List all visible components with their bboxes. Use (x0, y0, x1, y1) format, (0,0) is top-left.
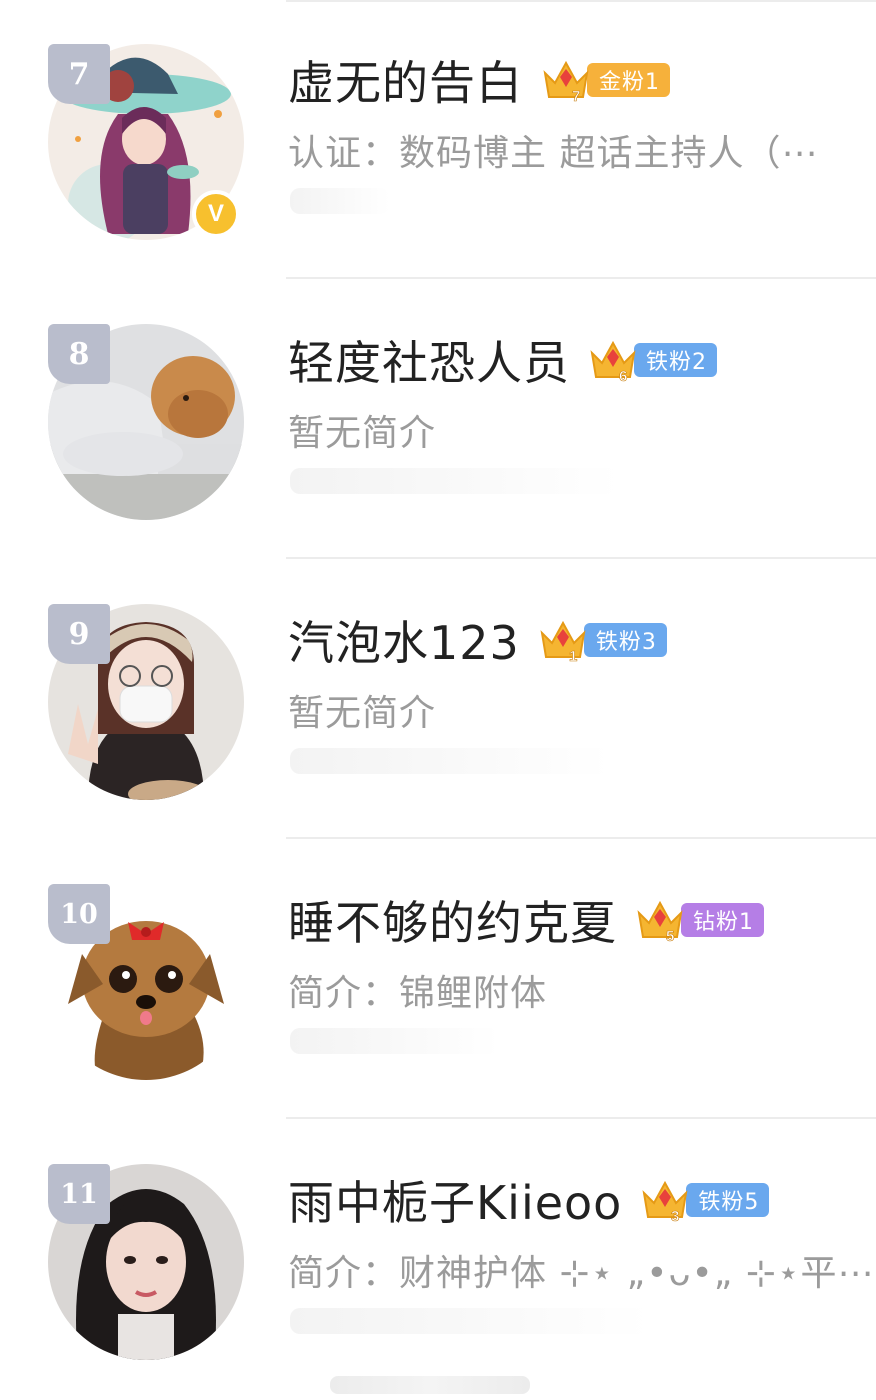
crown-icon: 1 (538, 617, 588, 663)
row-divider (286, 557, 876, 559)
fan-level-badge: 5 钻粉1 (635, 897, 764, 943)
scroll-indicator (330, 1376, 530, 1394)
fan-label: 铁粉5 (686, 1183, 770, 1217)
list-item[interactable]: 8 轻度社恐人员 6 铁粉2 暂无简介 (0, 280, 876, 559)
rank-badge: 7 (48, 44, 110, 104)
rank-badge: 10 (48, 884, 110, 944)
blurred-content (290, 188, 390, 214)
svg-text:5: 5 (666, 928, 674, 943)
fan-label: 铁粉3 (583, 623, 667, 657)
fan-ranking-list: 7 V 虚无的告白 7 金粉1 认证：数码博主 超话主持人（⋯ 8 轻度社恐人员… (0, 0, 876, 1400)
crown-icon: 3 (640, 1177, 690, 1223)
user-bio: 简介：锦鲤附体 (288, 973, 548, 1014)
user-name[interactable]: 轻度社恐人员 (288, 327, 570, 393)
blurred-content (290, 1028, 500, 1054)
fan-level-badge: 3 铁粉5 (640, 1177, 770, 1223)
rank-badge: 11 (48, 1164, 110, 1224)
rank-badge: 9 (48, 604, 110, 664)
svg-text:3: 3 (671, 1208, 679, 1223)
user-bio: 暂无简介 (288, 413, 437, 454)
row-divider (286, 277, 876, 279)
user-bio: 简介：财神护体 ⊹⋆ „•ᴗ•„ ⊹⋆平⋯ (288, 1253, 875, 1294)
crown-icon: 7 (541, 57, 591, 103)
fan-label: 钻粉1 (681, 903, 764, 937)
fan-level-badge: 1 铁粉3 (538, 617, 667, 663)
crown-icon: 6 (588, 337, 638, 383)
verified-v-icon: V (192, 190, 240, 238)
blurred-content (290, 748, 610, 774)
list-item[interactable]: 9 汽泡水123 1 铁粉3 暂无简介 (0, 560, 876, 839)
fan-label: 金粉1 (587, 63, 670, 97)
fan-level-badge: 6 铁粉2 (588, 337, 717, 383)
list-item[interactable]: 10 睡不够的约克夏 5 钻粉1 简介：锦鲤附体 (0, 840, 876, 1119)
blurred-content (290, 468, 620, 494)
user-bio: 认证：数码博主 超话主持人（⋯ (288, 133, 819, 174)
svg-text:6: 6 (619, 368, 627, 383)
user-bio: 暂无简介 (288, 693, 437, 734)
user-name[interactable]: 汽泡水123 (288, 607, 520, 673)
fan-label: 铁粉2 (634, 343, 717, 377)
row-divider (286, 1117, 876, 1119)
svg-text:1: 1 (569, 648, 577, 663)
list-item[interactable]: 7 V 虚无的告白 7 金粉1 认证：数码博主 超话主持人（⋯ (0, 0, 876, 279)
rank-badge: 8 (48, 324, 110, 384)
list-item[interactable]: 11 雨中栀子Kiieoo 3 铁粉5 简介：财神护体 ⊹⋆ „•ᴗ•„ ⊹⋆平… (0, 1120, 876, 1399)
row-divider (286, 837, 876, 839)
blurred-content (290, 1308, 650, 1334)
user-name[interactable]: 雨中栀子Kiieoo (288, 1167, 622, 1233)
crown-icon: 5 (635, 897, 685, 943)
user-name[interactable]: 睡不够的约克夏 (288, 887, 617, 953)
svg-text:7: 7 (572, 88, 580, 103)
fan-level-badge: 7 金粉1 (541, 57, 670, 103)
user-name[interactable]: 虚无的告白 (288, 47, 523, 113)
